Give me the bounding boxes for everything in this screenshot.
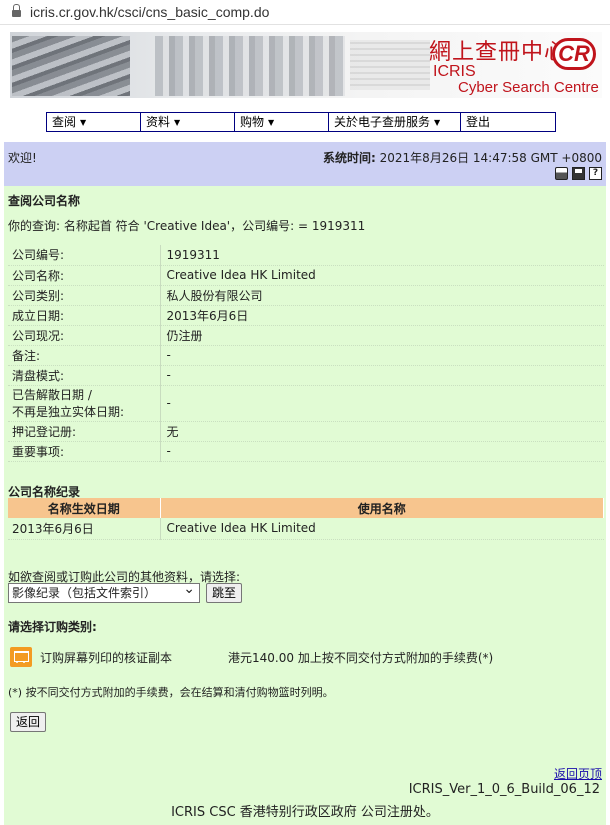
- menu-logout[interactable]: 登出: [461, 113, 555, 131]
- back-to-top-link[interactable]: 返回页顶: [554, 765, 602, 782]
- table-row: 押记登记册: 无: [8, 421, 604, 442]
- fee-note: (*) 按不同交付方式附加的手续费，会在结算和清付购物篮时列明。: [8, 686, 334, 699]
- menu-info[interactable]: 资料 ▼: [141, 113, 235, 131]
- banner-title: 網上查冊中心: [429, 40, 568, 65]
- shopping-cart-icon[interactable]: [10, 647, 32, 667]
- name-history-table: 名称生效日期 使用名称 2013年6月6日 Creative Idea HK L…: [8, 498, 604, 540]
- welcome-text: 欢迎!: [8, 151, 37, 165]
- column-header: 使用名称: [160, 498, 604, 518]
- section-title-search: 查阅公司名称: [8, 194, 81, 208]
- cr-logo: CR: [552, 38, 596, 70]
- build-version: ICRIS_Ver_1_0_6_Build_06_12: [408, 782, 600, 797]
- order-item-price: 港元140.00 加上按不同交付方式附加的手续费(*): [228, 650, 494, 665]
- table-row: 重要事项: -: [8, 441, 604, 462]
- main-content: 欢迎! 系统时间: 2021年8月26日 14:47:58 GMT +0800 …: [4, 142, 606, 825]
- table-row: 备注: -: [8, 345, 604, 366]
- chevron-down-icon: ▼: [434, 118, 441, 127]
- column-header: 名称生效日期: [8, 498, 161, 518]
- lock-icon: [12, 3, 21, 19]
- save-icon[interactable]: [572, 167, 585, 180]
- documents-photo: [350, 40, 430, 90]
- record-type-select[interactable]: 影像纪录（包括文件索引）: [8, 580, 200, 603]
- chevron-down-icon: ▼: [80, 118, 87, 127]
- table-row: 2013年6月6日 Creative Idea HK Limited: [8, 518, 604, 540]
- menu-shopping[interactable]: 购物 ▼: [235, 113, 329, 131]
- main-menu: 查阅 ▼ 资料 ▼ 购物 ▼ 关於电子查册服务 ▼ 登出: [46, 112, 556, 132]
- help-icon[interactable]: ?: [589, 167, 602, 180]
- order-item: 订购屏幕列印的核证副本 港元140.00 加上按不同交付方式附加的手续费(*): [10, 647, 493, 667]
- url-text[interactable]: icris.cr.gov.hk/csci/cns_basic_comp.do: [30, 4, 269, 20]
- menu-about[interactable]: 关於电子查册服务 ▼: [329, 113, 461, 131]
- table-row: 清盘模式: -: [8, 365, 604, 386]
- address-bar[interactable]: icris.cr.gov.hk/csci/cns_basic_comp.do: [0, 0, 610, 25]
- go-button[interactable]: 跳至: [206, 583, 243, 603]
- menu-search[interactable]: 查阅 ▼: [47, 113, 141, 131]
- table-row: 公司名称: Creative Idea HK Limited: [8, 265, 604, 286]
- banner-subtitle: Cyber Search Centre: [458, 79, 599, 96]
- chevron-down-icon: ▼: [268, 118, 275, 127]
- city-photo: [155, 36, 345, 96]
- table-row: 成立日期: 2013年6月6日: [8, 305, 604, 326]
- back-button[interactable]: 返回: [10, 712, 47, 732]
- tram-photo: [12, 36, 130, 96]
- footer-org: ICRIS CSC 香港特别行政区政府 公司注册处。: [171, 805, 439, 820]
- company-info-table: 公司编号: 1919311 公司名称: Creative Idea HK Limit…: [8, 245, 604, 462]
- query-summary: 你的查询: 名称起首 符合 'Creative Idea'，公司编号: = 19…: [8, 219, 366, 233]
- site-banner: 網上查冊中心 ICRIS Cyber Search Centre CR: [10, 32, 602, 98]
- system-time: 系统时间: 2021年8月26日 14:47:58 GMT +0800: [323, 151, 602, 165]
- section-title-order: 请选择订购类别:: [8, 620, 97, 634]
- table-row: 公司现况: 仍注册: [8, 325, 604, 346]
- chevron-down-icon: ▼: [174, 118, 181, 127]
- order-item-label[interactable]: 订购屏幕列印的核证副本: [40, 649, 172, 666]
- table-row: 已告解散日期 / 不再是独立实体日期: -: [8, 385, 604, 422]
- table-row: 公司编号: 1919311: [8, 245, 604, 266]
- greeting-bar: 欢迎! 系统时间: 2021年8月26日 14:47:58 GMT +0800 …: [4, 142, 606, 186]
- table-row: 公司类别: 私人股份有限公司: [8, 285, 604, 306]
- printer-icon[interactable]: [555, 167, 568, 180]
